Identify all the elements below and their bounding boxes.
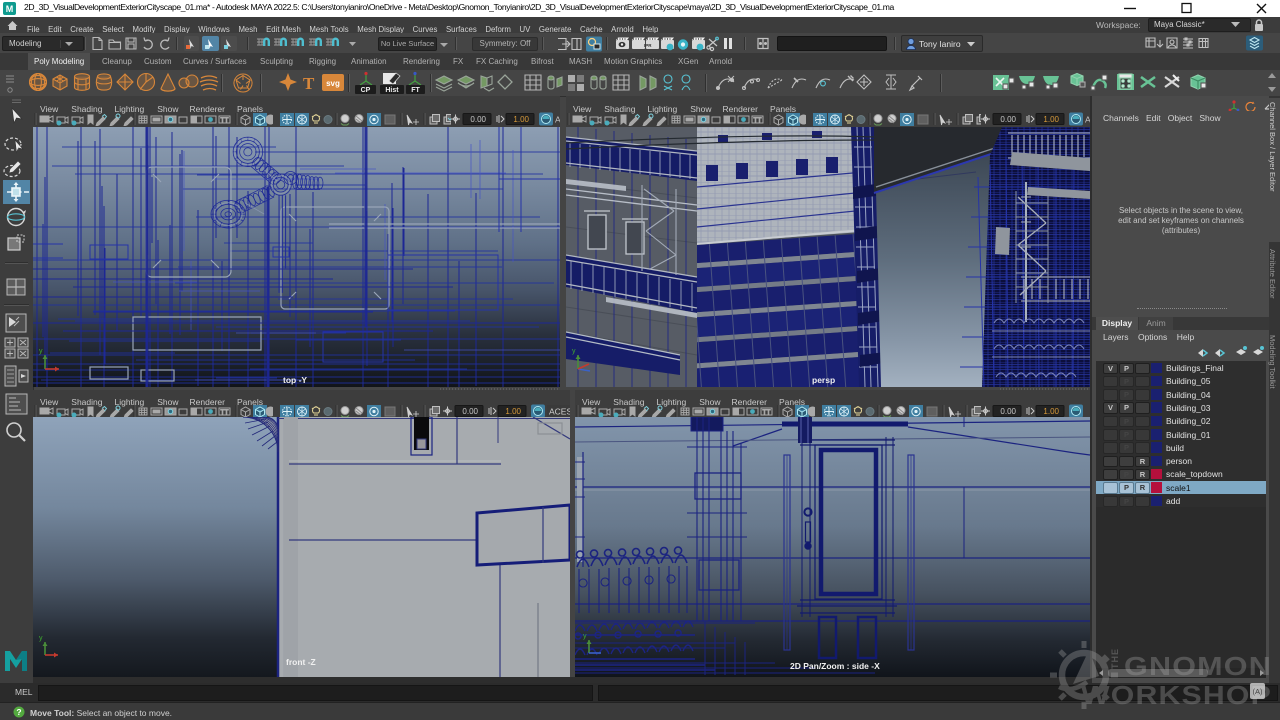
svg-text:THE: THE [1110,648,1120,669]
svg-text:front -Z: front -Z [286,657,316,667]
svg-text:y: y [583,633,587,640]
svg-text:top -Y: top -Y [283,375,307,385]
svg-text:AC: AC [555,115,560,125]
svg-text:GNOMON: GNOMON [1124,653,1272,681]
svg-text:persp: persp [812,375,835,385]
svg-text:y: y [39,348,43,355]
svg-text:2D Pan/Zoom : side -X: 2D Pan/Zoom : side -X [790,661,880,671]
svg-text:M: M [6,4,14,14]
svg-text:Hist: Hist [385,87,399,94]
svg-text:T: T [303,74,315,93]
svg-text:IPR: IPR [644,43,652,48]
svg-text:(A): (A) [1253,687,1264,696]
svg-text:CP: CP [361,87,371,94]
svg-text:y: y [39,635,43,642]
svg-text:?: ? [16,707,21,717]
svg-text:svg: svg [326,79,340,88]
svg-text:FT: FT [411,87,420,94]
svg-text:WORKSHOP: WORKSHOP [1081,682,1272,710]
svg-text:ACES: ACES [549,407,570,417]
svg-text:y: y [572,348,576,355]
